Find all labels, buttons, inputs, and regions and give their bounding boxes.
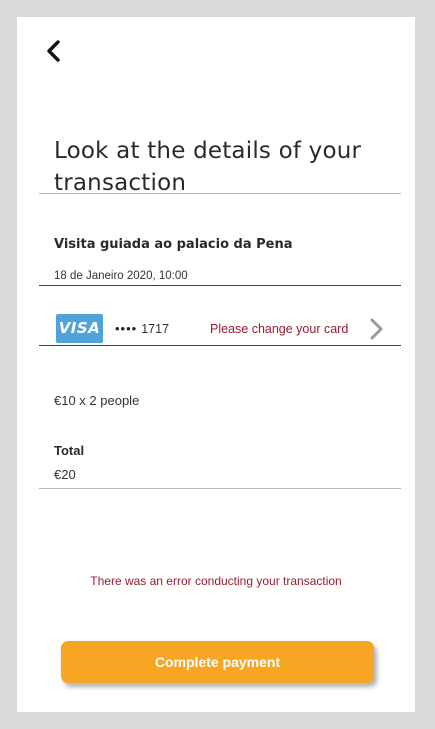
payment-card-row[interactable]: VISA •••• 1717 Please change your card (39, 302, 401, 363)
chevron-right-icon[interactable] (365, 316, 387, 342)
error-message: There was an error conducting your trans… (90, 574, 342, 588)
card-divider-top (39, 285, 401, 286)
page-title: Look at the details of your transaction (54, 138, 362, 196)
total-label: Total (54, 443, 85, 458)
screen: Look at the details of your transaction … (17, 17, 415, 712)
divider (39, 488, 401, 489)
event-name: Visita guiada ao palacio da Pena (54, 237, 293, 252)
price-line: €10 x 2 people (54, 393, 140, 408)
event-date: 18 de Janeiro 2020, 10:00 (54, 270, 188, 282)
masked-digits: •••• (115, 321, 138, 336)
complete-payment-button[interactable]: Complete payment (61, 641, 374, 683)
card-warning: Please change your card (210, 322, 349, 336)
total-value: €20 (54, 467, 76, 482)
card-last4: 1717 (141, 322, 170, 336)
divider (39, 193, 401, 194)
card-number: •••• 1717 (115, 321, 169, 336)
visa-logo: VISA (56, 314, 103, 343)
chevron-left-icon[interactable] (41, 37, 69, 65)
card-divider-bottom (39, 345, 401, 346)
